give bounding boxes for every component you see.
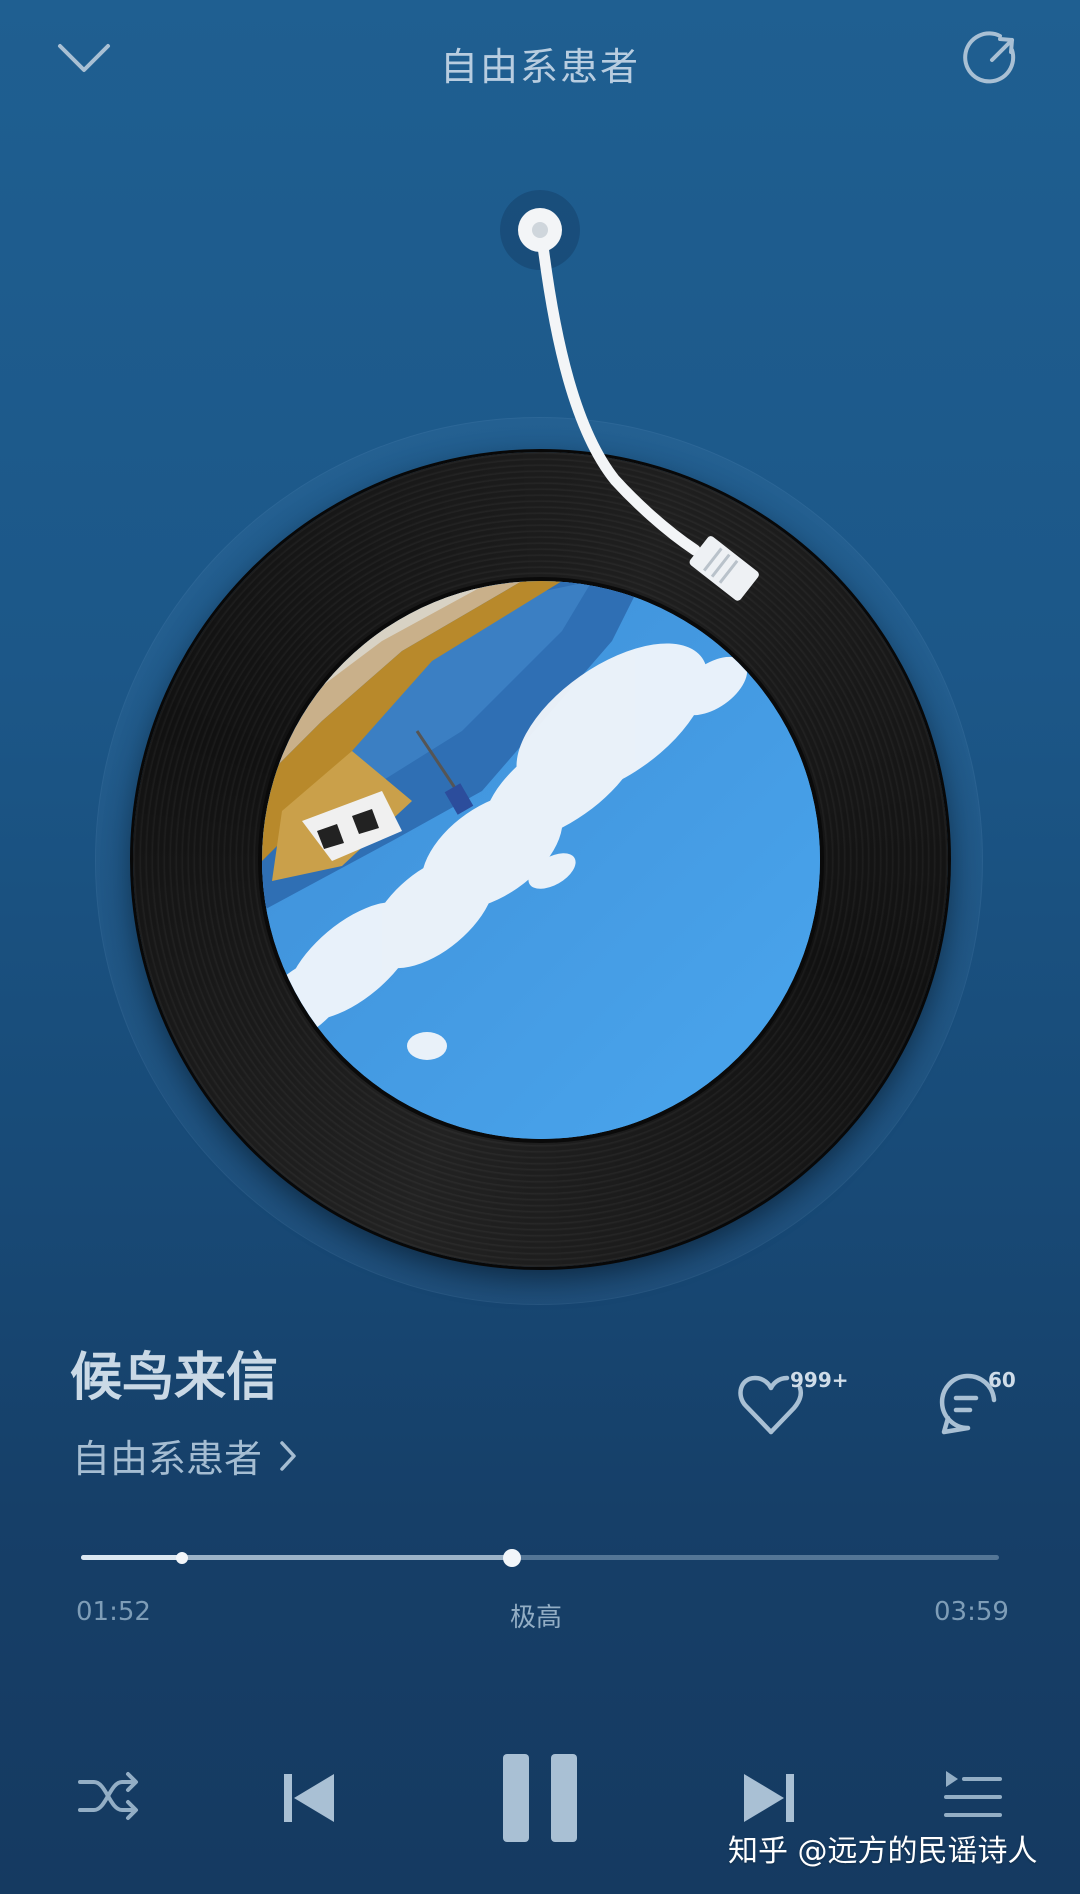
chevron-right-icon	[280, 1440, 296, 1471]
played-bar	[81, 1555, 182, 1560]
comment-count: 60	[988, 1368, 1016, 1392]
next-button[interactable]	[738, 1766, 802, 1830]
share-icon	[963, 31, 1016, 84]
like-count: 999+	[790, 1368, 849, 1392]
artist-name: 自由系患者	[72, 1437, 263, 1481]
previous-icon	[284, 1774, 334, 1822]
page-title: 自由系患者	[439, 45, 640, 89]
playlist-button[interactable]	[940, 1766, 1006, 1826]
sky-clouds-cover-image	[262, 581, 820, 1139]
shuffle-icon	[78, 1772, 138, 1820]
cover-art[interactable]	[262, 581, 820, 1139]
total-time: 03:59	[934, 1597, 1009, 1627]
pause-button[interactable]	[490, 1748, 590, 1848]
song-title: 候鸟来信	[70, 1348, 279, 1408]
buffer-thumb	[503, 1549, 522, 1567]
comment-button[interactable]: 60	[934, 1368, 1044, 1450]
playlist-icon	[944, 1771, 1002, 1817]
tonearm	[500, 190, 759, 601]
previous-button[interactable]	[276, 1766, 340, 1830]
progress-thumb[interactable]	[175, 1552, 188, 1564]
share-button[interactable]	[962, 26, 1026, 90]
elapsed-time: 01:52	[76, 1597, 151, 1627]
quality-button[interactable]: 极高	[510, 1597, 562, 1634]
shuffle-button[interactable]	[74, 1766, 144, 1826]
like-button[interactable]: 999+	[736, 1368, 849, 1450]
watermark: 知乎 @远方的民谣诗人	[728, 1834, 1038, 1869]
pause-icon	[503, 1754, 577, 1842]
artist-link[interactable]: 自由系患者	[72, 1428, 298, 1483]
next-icon	[744, 1774, 794, 1822]
